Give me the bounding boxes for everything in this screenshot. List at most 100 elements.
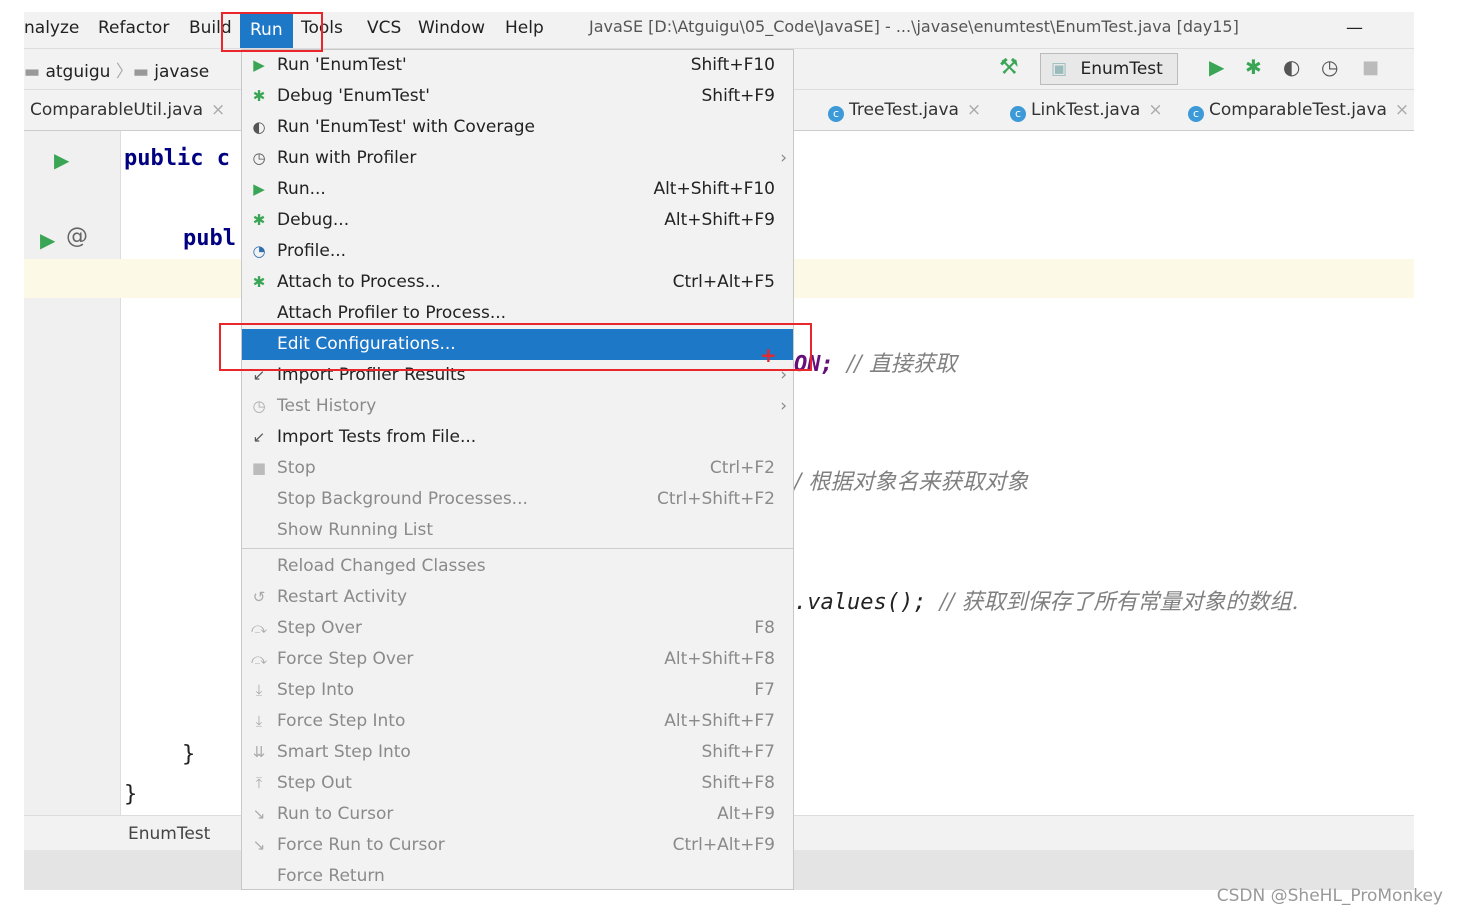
smart-step-icon: ⇊ [252,743,266,761]
menu-item-step-over[interactable]: ⤼ Step Over F8 [242,613,793,644]
menu-item-shortcut: Ctrl+Shift+F2 [657,489,775,509]
close-icon[interactable]: × [1395,100,1409,120]
menu-help[interactable]: Help [505,18,544,38]
menu-item-label: Stop [277,458,316,478]
ide-window: nalyze Refactor Build Run Tools VCS Window Help… [24,12,1414,890]
menu-item-shortcut: F7 [754,680,775,700]
breadcrumb-javase[interactable]: javase [154,62,209,82]
menu-item-restart-activity[interactable]: ↺ Restart Activity [242,582,793,613]
watermark: CSDN @SheHL_ProMonkey [1216,886,1443,906]
menu-item-attach-to-process[interactable]: ✱ Attach to Process... Ctrl+Alt+F5 [242,267,793,298]
menu-item-label: Force Step Over [277,649,414,669]
menu-item-label: Smart Step Into [277,742,411,762]
import-icon: ↙ [252,428,266,446]
run-gutter-icon[interactable]: ▶ [54,148,69,172]
coverage-icon[interactable]: ◐ [1283,55,1300,79]
highlight-box-edit-configurations [219,323,812,371]
menu-nalyze[interactable]: nalyze [24,18,79,38]
menu-item-profile[interactable]: ◔ Profile... [242,236,793,267]
chevron-right-icon: › [780,396,787,416]
run-icon: ▶ [253,180,265,198]
menu-item-shortcut: Alt+Shift+F8 [664,649,775,669]
menu-item-label: Test History [277,396,377,416]
menu-refactor[interactable]: Refactor [98,18,169,38]
menu-item-label: Attach to Process... [277,272,441,292]
menu-window[interactable]: Window [418,18,485,38]
menu-item-reload-changed-classes[interactable]: Reload Changed Classes [242,551,793,582]
class-icon: c [1010,106,1026,122]
override-icon: @ [66,224,88,249]
menu-item-step-into[interactable]: ⤓ Step Into F7 [242,675,793,706]
run-cursor-icon: ↘ [252,805,266,823]
menu-item-force-return[interactable]: Force Return [242,861,793,890]
menu-item-shortcut: Alt+F9 [717,804,775,824]
menu-item-shortcut: Ctrl+Alt+F9 [672,835,775,855]
menu-item-import-tests-from-file[interactable]: ↙ Import Tests from File... [242,422,793,453]
window-title: JavaSE [D:\Atguigu\05_Code\JavaSE] - ...… [589,17,1239,36]
tab-treetest[interactable]: c TreeTest.java × [828,100,981,122]
menu-item-shortcut: Alt+Shift+F9 [664,210,775,230]
profiler-icon: ◷ [252,149,266,167]
run-icon: ▶ [253,56,265,74]
tab-comparabletest[interactable]: c ComparableTest.java × [1188,100,1409,122]
crumb-enumtest[interactable]: EnumTest [128,824,210,844]
coverage-icon: ◐ [252,118,266,136]
menu-item-stop[interactable]: ■ Stop Ctrl+F2 [242,453,793,484]
tab-linktest[interactable]: c LinkTest.java × [1010,100,1163,122]
menu-item-show-running-list[interactable]: Show Running List [242,515,793,546]
run-config-dropdown[interactable]: ▣ EnumTest ⌄ [1040,53,1178,109]
close-icon[interactable]: × [967,100,981,120]
code-brace: } [124,782,138,807]
code-comment: // 直接获取 [847,352,957,377]
menu-item-label: Run 'EnumTest' with Coverage [277,117,535,137]
step-into-icon: ⤓ [255,712,263,730]
menu-item-test-history[interactable]: ◷ Test History › [242,391,793,422]
menu-item-stop-background-processes[interactable]: Stop Background Processes... Ctrl+Shift+F… [242,484,793,515]
menu-item-shortcut: Ctrl+F2 [709,458,775,478]
menu-item-debug-enumtest[interactable]: ✱ Debug 'EnumTest' Shift+F9 [242,81,793,112]
menu-item-label: Force Return [277,866,385,886]
close-icon[interactable]: × [1148,100,1162,120]
menu-item-smart-step-into[interactable]: ⇊ Smart Step Into Shift+F7 [242,737,793,768]
menu-item-run-with-profiler[interactable]: ◷ Run with Profiler › [242,143,793,174]
menu-item-label: Step Out [277,773,352,793]
menu-item-run-enumtest[interactable]: ▶ Run 'EnumTest' Shift+F10 [242,50,793,81]
step-over-icon: ⤼ [250,619,268,637]
menu-item-run[interactable]: ▶ Run... Alt+Shift+F10 [242,174,793,205]
run-cursor-icon: ↘ [252,836,266,854]
debug-icon[interactable]: ✱ [1245,55,1262,79]
run-icon[interactable]: ▶ [1209,55,1224,79]
menu-item-step-out[interactable]: ⤒ Step Out Shift+F8 [242,768,793,799]
code-fragment: .values(); [794,590,927,615]
menu-item-label: Run... [277,179,326,199]
code-line: public c [124,146,230,171]
tab-comparableutil[interactable]: ComparableUtil.java × [30,100,225,120]
menu-item-force-step-into[interactable]: ⤓ Force Step Into Alt+Shift+F7 [242,706,793,737]
menu-item-run-to-cursor[interactable]: ↘ Run to Cursor Alt+F9 [242,799,793,830]
menu-item-label: Import Tests from File... [277,427,477,447]
folder-icon: ▬ [132,62,149,82]
close-icon[interactable]: × [211,100,225,120]
profiler-icon[interactable]: ◷ [1321,55,1338,79]
menu-item-debug[interactable]: ✱ Debug... Alt+Shift+F9 [242,205,793,236]
menu-item-shortcut: Shift+F7 [701,742,775,762]
stop-icon[interactable]: ■ [1362,57,1379,78]
menu-item-shortcut: Shift+F10 [690,55,775,75]
menu-item-label: Step Over [277,618,362,638]
menu-item-force-step-over[interactable]: ⤼ Force Step Over Alt+Shift+F8 [242,644,793,675]
config-icon: ▣ [1051,59,1068,79]
breadcrumb-atguigu[interactable]: atguigu [45,62,110,82]
run-gutter-icon[interactable]: ▶ [40,228,55,252]
attach-icon: ✱ [252,273,266,291]
step-over-icon: ⤼ [250,650,268,668]
folder-icon: ▬ [24,62,41,82]
code-brace: } [182,742,196,767]
step-out-icon: ⤒ [255,774,263,792]
build-hammer-icon[interactable]: ⚒ [999,55,1019,80]
menu-item-force-run-to-cursor[interactable]: ↘ Force Run to Cursor Ctrl+Alt+F9 [242,830,793,861]
menu-vcs[interactable]: VCS [367,18,401,38]
menu-item-run-enumtest-with-coverage[interactable]: ◐ Run 'EnumTest' with Coverage [242,112,793,143]
class-icon: c [828,106,844,122]
menu-item-label: Debug 'EnumTest' [277,86,430,106]
minimize-button[interactable]: — [1346,18,1363,38]
